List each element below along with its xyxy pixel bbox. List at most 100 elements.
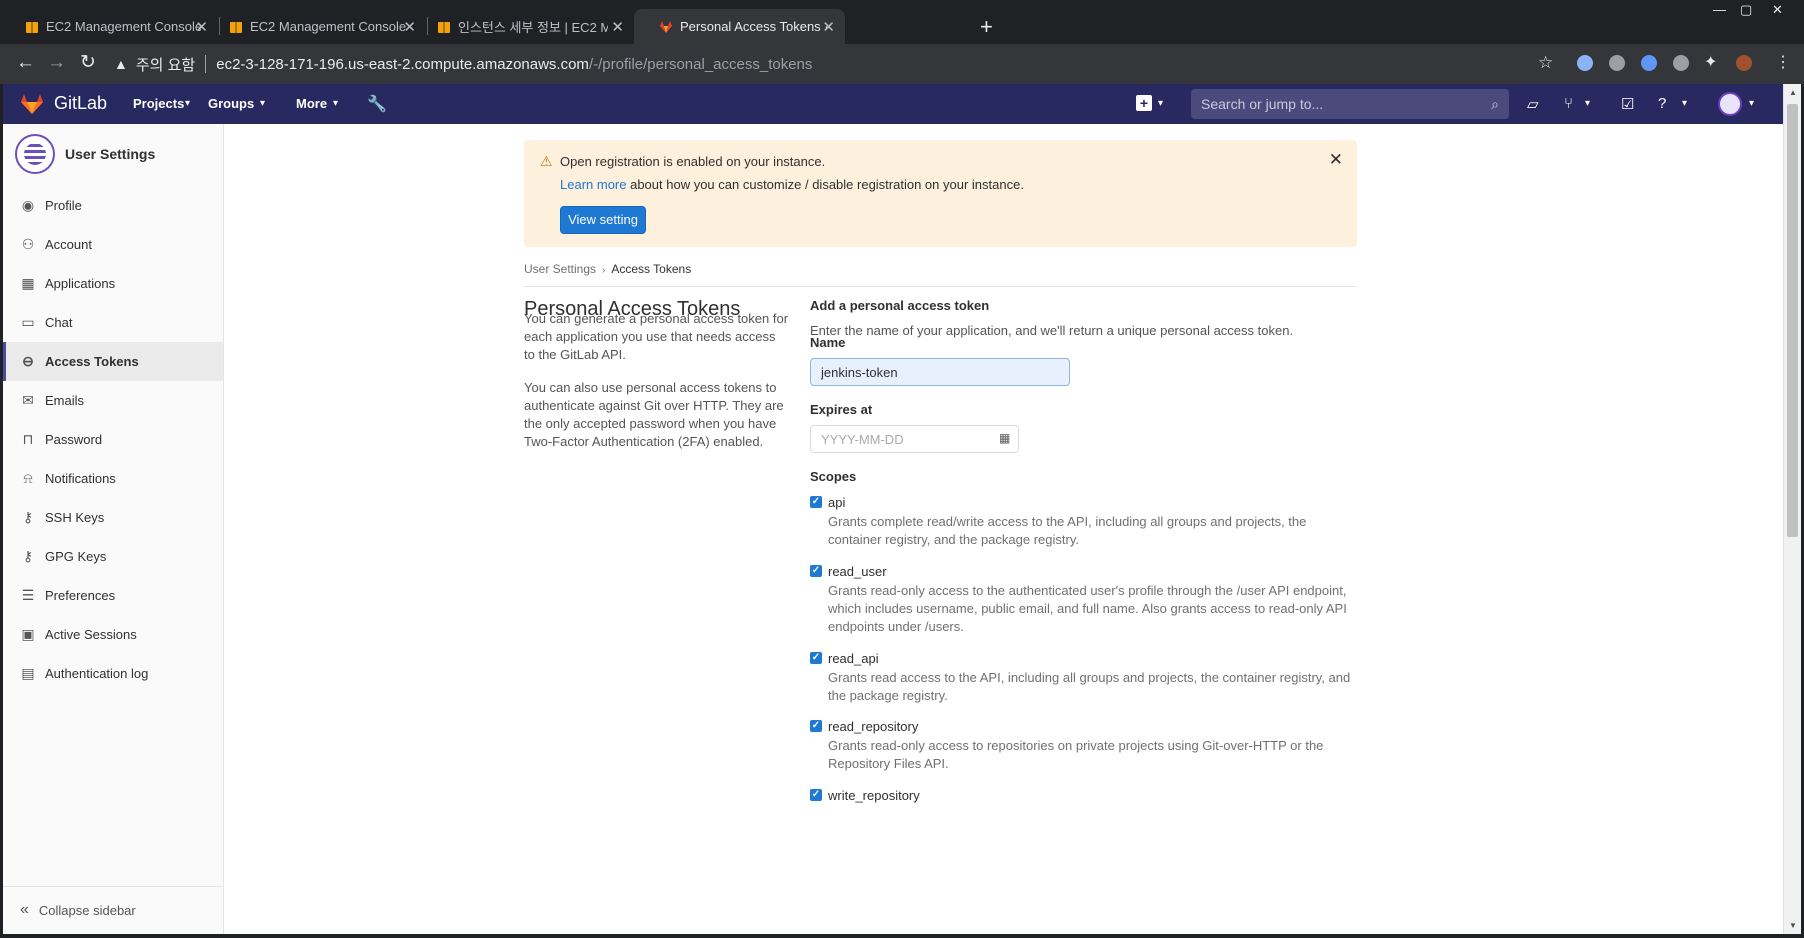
back-icon[interactable]: ← (16, 52, 35, 74)
merge-requests-icon[interactable]: ⑂ (1564, 95, 1573, 112)
browser-tab-bar: EC2 Management Console ✕ EC2 Management … (0, 0, 1804, 44)
issues-icon[interactable]: ▱ (1527, 95, 1539, 113)
chevron-right-icon: › (602, 265, 606, 276)
calendar-icon[interactable]: ▦ (999, 431, 1010, 445)
search-input[interactable]: Search or jump to... ⌕ (1191, 89, 1509, 119)
sidebar-item-gpg-keys[interactable]: ⚷ GPG Keys (3, 537, 223, 576)
key-icon: ⚷ (22, 548, 34, 564)
user-avatar[interactable] (1718, 92, 1742, 116)
url-host: ec2-3-128-171-196.us-east-2.compute.amaz… (216, 55, 589, 73)
intro-paragraph: You can also use personal access tokens … (524, 380, 784, 449)
scroll-down-icon[interactable]: ▼ (1789, 921, 1797, 930)
token-name-input[interactable] (810, 358, 1070, 386)
sidebar-item-notifications[interactable]: ⍾ Notifications (3, 459, 223, 498)
preferences-icon: ☰ (21, 587, 35, 603)
scope-checkbox[interactable]: ✓ (810, 720, 822, 732)
breadcrumb-access-tokens[interactable]: Access Tokens (611, 262, 691, 276)
log-icon: ▤ (21, 665, 35, 681)
globe-icon[interactable] (1673, 55, 1689, 71)
breadcrumb-user-settings[interactable]: User Settings (524, 262, 596, 276)
sidebar-item-access-tokens[interactable]: ⊖ Access Tokens (3, 342, 223, 381)
close-window-icon[interactable]: ✕ (1772, 2, 1783, 18)
expires-at-input[interactable] (810, 425, 1019, 453)
learn-more-link[interactable]: Learn more (560, 177, 626, 192)
collapse-sidebar-button[interactable]: « Collapse sidebar (3, 886, 223, 933)
sidebar-header[interactable]: User Settings (15, 134, 155, 174)
sidebar-item-password[interactable]: ⊓ Password (3, 420, 223, 459)
scope-checkbox[interactable]: ✓ (810, 565, 822, 577)
close-tab-icon[interactable]: ✕ (822, 18, 835, 36)
intro-paragraph: You can generate a personal access token… (524, 311, 789, 362)
sidebar-item-chat[interactable]: ▭ Chat (3, 303, 223, 342)
extension-icon[interactable] (1577, 55, 1593, 71)
puzzle-icon[interactable]: ✦ (1704, 52, 1717, 74)
close-icon[interactable]: ✕ (1329, 150, 1343, 170)
alert-title: Open registration is enabled on your ins… (560, 154, 826, 169)
browser-tab[interactable]: EC2 Management Console ✕ (0, 9, 218, 44)
groups-menu[interactable]: Groups (208, 96, 254, 111)
sidebar-item-preferences[interactable]: ☰ Preferences (3, 576, 223, 615)
sidebar-item-account[interactable]: ⚇ Account (3, 225, 223, 264)
alert-body: Learn more about how you can customize /… (560, 177, 1024, 192)
chevron-down-icon: ▾ (185, 98, 191, 109)
warning-icon: ▲ (114, 56, 128, 72)
sidebar-item-profile[interactable]: ◉ Profile (3, 186, 223, 225)
chevron-down-icon: ▾ (1749, 98, 1755, 109)
sidebar-item-authentication-log[interactable]: ▤ Authentication log (3, 654, 223, 693)
applications-icon: ▦ (21, 275, 35, 291)
chevron-down-icon: ▾ (1585, 98, 1591, 109)
sidebar-item-applications[interactable]: ▦ Applications (3, 264, 223, 303)
scope-checkbox[interactable]: ✓ (810, 652, 822, 664)
menu-icon[interactable]: ⋮ (1775, 52, 1791, 74)
main-content: ⚠ Open registration is enabled on your i… (224, 124, 1783, 934)
more-menu[interactable]: More (296, 96, 327, 111)
help-icon[interactable]: ? (1658, 95, 1666, 112)
reload-icon[interactable]: ↻ (80, 52, 96, 74)
forward-icon[interactable]: → (47, 52, 66, 74)
name-label: Name (810, 335, 846, 350)
key-icon: ⚷ (22, 509, 34, 525)
scope-checkbox[interactable]: ✓ (810, 496, 822, 508)
sidebar-title: User Settings (65, 146, 156, 162)
camera-icon[interactable] (1609, 55, 1625, 71)
expires-label: Expires at (810, 402, 873, 417)
browser-tab-active[interactable]: Personal Access Tokens · User S ✕ (634, 9, 845, 44)
projects-menu[interactable]: Projects (133, 96, 184, 111)
extension-icon[interactable] (1641, 55, 1657, 71)
chat-icon: ▭ (21, 314, 35, 330)
search-icon: ⌕ (1491, 96, 1499, 112)
token-icon: ⊖ (22, 353, 34, 369)
scrollbar-thumb[interactable] (1787, 104, 1798, 537)
address-bar[interactable]: ▲ 주의 요함 ec2-3-128-171-196.us-east-2.comp… (114, 49, 1564, 79)
gitlab-brand[interactable]: GitLab (54, 93, 107, 114)
browser-tab[interactable]: 인스턴스 세부 정보 | EC2 Mana ✕ (412, 9, 634, 44)
new-tab-icon[interactable]: + (980, 16, 993, 38)
close-tab-icon[interactable]: ✕ (611, 18, 624, 36)
maximize-icon[interactable]: ▢ (1740, 2, 1752, 18)
account-icon: ⚇ (21, 236, 35, 252)
chevron-down-icon: ▾ (333, 98, 339, 109)
form-help: Enter the name of your application, and … (810, 323, 1294, 338)
new-item-icon[interactable]: + (1136, 95, 1152, 111)
browser-tab[interactable]: EC2 Management Console ✕ (204, 9, 426, 44)
chevron-down-icon: ▾ (1682, 98, 1688, 109)
sidebar-item-emails[interactable]: ✉ Emails (3, 381, 223, 420)
sidebar-item-active-sessions[interactable]: ▣ Active Sessions (3, 615, 223, 654)
browser-toolbar: ← → ↻ ▲ 주의 요함 ec2-3-128-171-196.us-east-… (0, 44, 1804, 84)
aws-box-icon (230, 22, 242, 33)
sidebar-item-ssh-keys[interactable]: ⚷ SSH Keys (3, 498, 223, 537)
bookmark-star-icon[interactable]: ☆ (1538, 52, 1553, 74)
admin-wrench-icon[interactable]: 🔧 (367, 94, 387, 114)
aws-box-icon (438, 22, 450, 33)
minimize-icon[interactable]: — (1713, 2, 1726, 17)
view-setting-button[interactable]: View setting (560, 206, 646, 234)
chevron-down-icon: ▾ (1158, 98, 1164, 109)
vertical-scrollbar[interactable]: ▲ ▼ (1783, 84, 1801, 934)
todos-icon[interactable]: ☑ (1621, 95, 1634, 113)
scroll-up-icon[interactable]: ▲ (1789, 88, 1797, 97)
registration-alert: ⚠ Open registration is enabled on your i… (524, 140, 1357, 247)
scope-checkbox[interactable]: ✓ (810, 789, 822, 801)
gitlab-logo-icon[interactable] (20, 93, 44, 115)
url-path: /-/profile/personal_access_tokens (588, 55, 813, 73)
profile-avatar[interactable] (1736, 55, 1752, 71)
